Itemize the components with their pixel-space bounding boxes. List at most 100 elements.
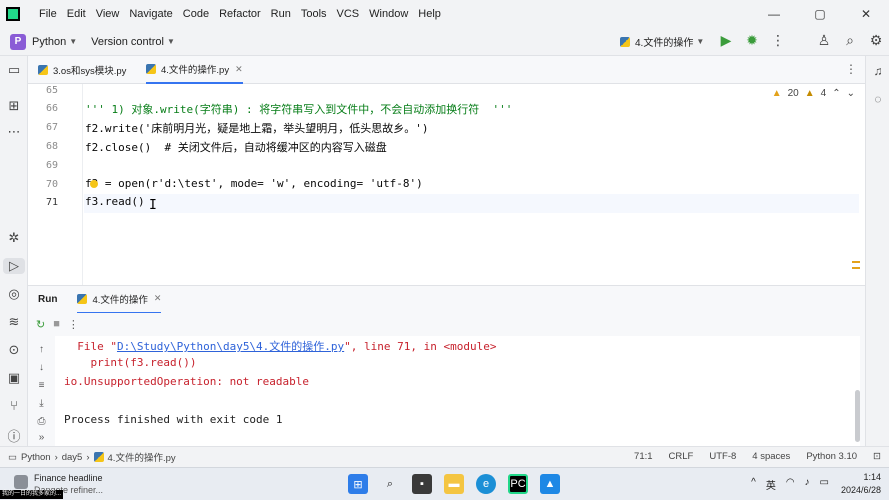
caret-position[interactable]: 71:1 bbox=[634, 451, 653, 462]
print-icon[interactable]: ⎙ bbox=[28, 416, 55, 427]
edge-browser-icon[interactable]: e bbox=[476, 474, 496, 494]
lightbulb-icon[interactable] bbox=[90, 180, 98, 188]
rerun-icon[interactable]: ↻ bbox=[36, 318, 45, 331]
breadcrumb-item[interactable]: day5 bbox=[62, 452, 83, 463]
file-explorer-icon[interactable]: ▬ bbox=[444, 474, 464, 494]
project-badge[interactable]: P bbox=[10, 33, 26, 50]
tray-expand-icon[interactable]: ^ bbox=[751, 477, 756, 492]
close-icon[interactable]: ✕ bbox=[235, 64, 243, 75]
menu-view[interactable]: View bbox=[91, 8, 125, 20]
chevron-up-icon[interactable]: ⌃ bbox=[832, 88, 840, 99]
system-clock[interactable]: 1:14 2024/6/28 bbox=[841, 471, 881, 497]
minimize-button[interactable]: — bbox=[751, 0, 797, 28]
menu-edit[interactable]: Edit bbox=[62, 8, 91, 20]
problems-icon[interactable]: ⓘ bbox=[0, 426, 28, 445]
more-icon[interactable]: ⋮ bbox=[68, 318, 79, 331]
lock-icon[interactable]: ⊡ bbox=[873, 451, 881, 462]
python-console-icon[interactable]: ◎ bbox=[0, 286, 28, 302]
run-config-selector[interactable]: 4.文件的操作 ▼ bbox=[620, 34, 704, 49]
system-tray: ^ 英 ◠ ♪ ▭ bbox=[741, 477, 829, 492]
stop-icon[interactable]: ■ bbox=[53, 318, 60, 330]
chevron-down-icon[interactable]: ⌄ bbox=[847, 88, 855, 99]
vcs-selector[interactable]: Version control bbox=[91, 36, 164, 48]
traceback-suffix: ", line 71, in <module> bbox=[344, 340, 497, 353]
menu-run[interactable]: Run bbox=[266, 8, 296, 20]
task-view-icon[interactable]: ▪ bbox=[412, 474, 432, 494]
breadcrumb-item[interactable]: Python bbox=[21, 452, 51, 463]
console-scrollbar[interactable] bbox=[855, 390, 860, 442]
warning-count: 20 bbox=[787, 88, 799, 99]
terminal-icon[interactable]: ▣ bbox=[0, 370, 28, 386]
chevron-down-icon: ▼ bbox=[696, 37, 705, 46]
arrow-up-icon[interactable]: ↑ bbox=[28, 344, 55, 355]
more-icon[interactable]: ⋮ bbox=[765, 32, 791, 49]
soft-wrap-icon[interactable]: ≡ bbox=[28, 380, 55, 391]
services-icon[interactable]: ⊙ bbox=[0, 342, 28, 358]
git-icon[interactable]: ⑂ bbox=[0, 398, 28, 413]
python-file-icon bbox=[620, 36, 630, 47]
inspection-widget[interactable]: ▲ 20 ▲ 4 ⌃ ⌄ bbox=[766, 88, 855, 99]
notifications-icon[interactable]: ♫ bbox=[866, 64, 889, 78]
menu-navigate[interactable]: Navigate bbox=[124, 8, 177, 20]
maximize-button[interactable]: ▢ bbox=[797, 0, 843, 28]
breadcrumb-item[interactable]: 4.文件的操作.py bbox=[108, 450, 176, 464]
menu-window[interactable]: Window bbox=[364, 8, 413, 20]
menu-tools[interactable]: Tools bbox=[296, 8, 332, 20]
more-icon[interactable]: ⋮ bbox=[845, 62, 857, 76]
tab-file-ops[interactable]: 4.文件的操作.py ✕ bbox=[146, 56, 243, 84]
battery-icon[interactable]: ▭ bbox=[820, 477, 829, 492]
run-toolbar: ↻ ■ ⋮ bbox=[28, 313, 865, 335]
close-button[interactable]: ✕ bbox=[843, 0, 889, 28]
code-line: f3.read() bbox=[85, 195, 145, 208]
windows-start-icon[interactable]: ⊞ bbox=[348, 474, 368, 494]
gear-icon[interactable]: ⚙ bbox=[863, 32, 889, 49]
menu-refactor[interactable]: Refactor bbox=[214, 8, 266, 20]
volume-icon[interactable]: ♪ bbox=[805, 477, 810, 492]
debug-icon[interactable]: ✹ bbox=[739, 32, 765, 49]
expand-icon[interactable]: » bbox=[28, 432, 55, 443]
scroll-to-end-icon[interactable]: ⤓ bbox=[28, 398, 55, 409]
menu-help[interactable]: Help bbox=[413, 8, 446, 20]
file-encoding[interactable]: UTF-8 bbox=[709, 451, 736, 462]
run-icon[interactable]: ▶ bbox=[713, 32, 739, 49]
code-editor[interactable]: 65 66 67 68 69 70 71 ''' 1) 对象.write(字符串… bbox=[28, 84, 865, 285]
run-tool-icon[interactable]: ▷ bbox=[3, 258, 25, 274]
code-line: f2.write('床前明月光，疑是地上霜，举头望明月，低头思故乡。') bbox=[85, 122, 429, 135]
more-tools-icon[interactable]: ⋯ bbox=[0, 124, 28, 140]
watermark: 我的一日的我多家的... bbox=[0, 490, 64, 499]
console-output[interactable]: File "D:\Study\Python\day5\4.文件的操作.py", … bbox=[55, 336, 860, 446]
interpreter-selector[interactable]: Python 3.10 bbox=[806, 451, 857, 462]
close-icon[interactable]: ✕ bbox=[154, 293, 162, 304]
traceback-file-link[interactable]: D:\Study\Python\day5\4.文件的操作.py bbox=[117, 340, 344, 353]
scroll-marker bbox=[852, 261, 860, 269]
indent-setting[interactable]: 4 spaces bbox=[752, 451, 790, 462]
tab-label: 3.os和sys模块.py bbox=[53, 66, 127, 77]
layers-icon[interactable]: ≋ bbox=[0, 314, 28, 330]
breadcrumb: ▭ Python › day5 › 4.文件的操作.py bbox=[8, 450, 180, 465]
pycharm-logo-icon bbox=[6, 7, 20, 21]
input-method[interactable]: 英 bbox=[766, 477, 776, 492]
menu-file[interactable]: File bbox=[34, 8, 62, 20]
wifi-icon[interactable]: ◠ bbox=[786, 477, 795, 492]
run-tab[interactable]: 4.文件的操作 ✕ bbox=[77, 286, 162, 314]
ai-assistant-icon[interactable]: ◌ bbox=[866, 92, 889, 106]
photos-app-icon[interactable]: ▲ bbox=[540, 474, 560, 494]
code-line: f2.close() # 关闭文件后，自动将缓冲区的内容写入磁盘 bbox=[85, 141, 387, 154]
line-separator[interactable]: CRLF bbox=[669, 451, 694, 462]
bug-icon[interactable]: ✲ bbox=[0, 230, 28, 246]
project-selector[interactable]: Python bbox=[32, 36, 66, 48]
search-icon[interactable]: ⌕ bbox=[837, 32, 863, 49]
line-number: 71 bbox=[45, 197, 58, 208]
add-user-icon[interactable]: ♙ bbox=[811, 32, 837, 49]
folder-icon[interactable]: ▭ bbox=[0, 62, 28, 78]
arrow-down-icon[interactable]: ↓ bbox=[28, 362, 55, 373]
menu-code[interactable]: Code bbox=[178, 8, 214, 20]
search-icon[interactable]: ⌕ bbox=[380, 474, 400, 494]
pycharm-app-icon[interactable]: PC bbox=[508, 474, 528, 494]
tab-label: 4.文件的操作.py bbox=[161, 65, 230, 76]
python-file-icon bbox=[146, 64, 156, 74]
taskbar-apps: ⊞ ⌕ ▪ ▬ e PC ▲ bbox=[342, 474, 566, 494]
tab-os-sys[interactable]: 3.os和sys模块.py bbox=[38, 56, 126, 84]
menu-vcs[interactable]: VCS bbox=[332, 8, 365, 20]
structure-icon[interactable]: ⊞ bbox=[0, 98, 28, 114]
